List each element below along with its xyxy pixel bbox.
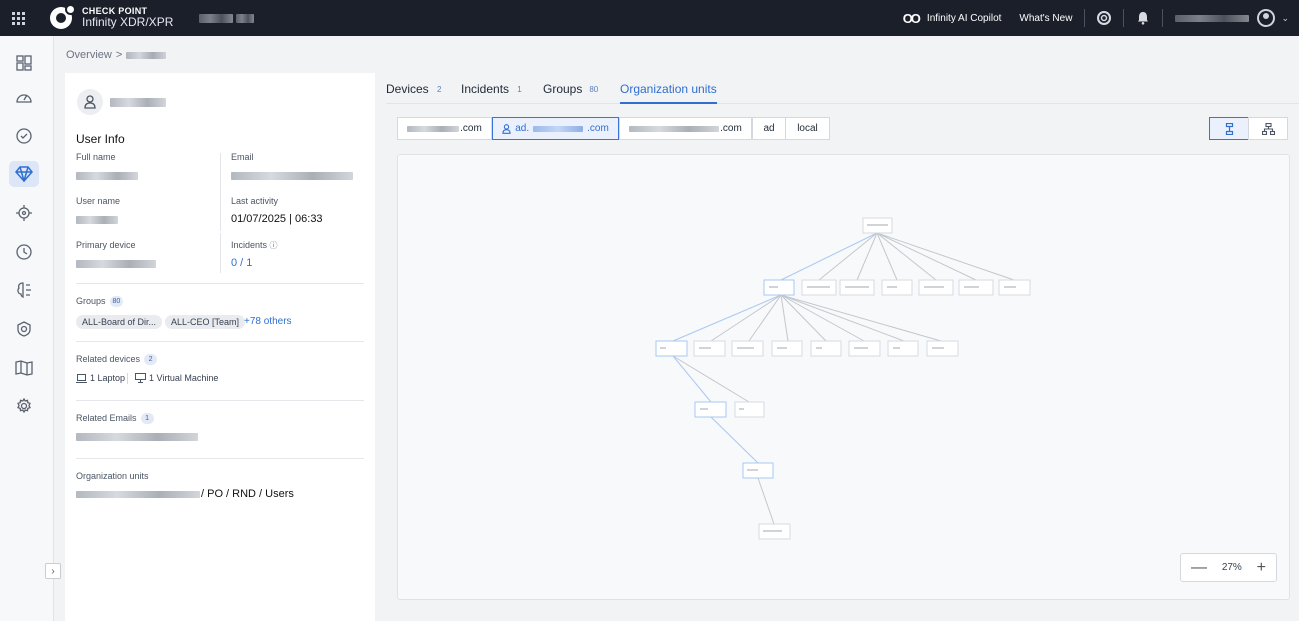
- related-emails-label: Related Emails 1: [76, 413, 154, 425]
- clock-icon[interactable]: [9, 239, 39, 265]
- tab-incidents[interactable]: Incidents 1: [461, 82, 526, 104]
- chevron-down-icon[interactable]: ⌄: [1281, 13, 1289, 24]
- dashboard-icon[interactable]: [9, 50, 39, 76]
- incidents-label: Incidents ⓘ: [231, 240, 278, 250]
- org-units-tree-canvas[interactable]: [397, 154, 1290, 600]
- expand-sidebar-button[interactable]: ›: [45, 563, 61, 579]
- group-chip[interactable]: ALL-Board of Dir...: [76, 315, 163, 329]
- groups-label: Groups 80: [76, 296, 124, 308]
- domain-option-selected[interactable]: ad. .com: [492, 117, 619, 140]
- apps-menu-button[interactable]: [0, 0, 36, 36]
- checkpoint-logo-icon: [50, 4, 76, 29]
- copilot-button[interactable]: OO Infinity AI Copilot: [903, 11, 1002, 26]
- info-icon: ⓘ: [269, 241, 278, 250]
- related-devices-label: Related devices 2: [76, 354, 158, 366]
- user-icon: [77, 89, 103, 115]
- related-devices-count-badge: 2: [144, 354, 158, 366]
- zoom-out-button[interactable]: —: [1191, 559, 1207, 576]
- virtual-machine-device-link[interactable]: 1 Virtual Machine: [135, 373, 218, 383]
- copilot-label: Infinity AI Copilot: [926, 12, 1002, 24]
- related-emails-count-badge: 1: [140, 413, 154, 425]
- zoom-level: 27%: [1221, 562, 1242, 573]
- org-units-path: / PO / RND / Users: [201, 488, 294, 500]
- breadcrumb-user-redacted: [126, 51, 167, 59]
- domain-option[interactable]: ad: [752, 117, 786, 140]
- tree-node: [694, 401, 727, 418]
- tree-view-button[interactable]: [1209, 117, 1249, 140]
- email-value-redacted: [231, 172, 353, 180]
- lifebuoy-icon[interactable]: [1097, 11, 1112, 25]
- bell-icon[interactable]: [1136, 11, 1150, 25]
- user-details-panel: User Info Full name Email User name Last…: [65, 73, 375, 621]
- full-name-label: Full name: [76, 152, 116, 162]
- org-units-path-redacted: [76, 491, 200, 498]
- org-units-label: Organization units: [76, 471, 149, 481]
- breadcrumb: Overview >: [66, 49, 167, 61]
- gear-icon[interactable]: [9, 393, 39, 419]
- zoom-in-button[interactable]: +: [1257, 559, 1266, 576]
- last-activity-label: Last activity: [231, 196, 279, 206]
- full-name-value-redacted: [76, 172, 138, 180]
- domain-option[interactable]: local: [785, 117, 830, 140]
- diamond-icon[interactable]: [9, 161, 39, 187]
- group-chip[interactable]: ALL-CEO [Team]: [165, 315, 246, 329]
- zoom-control: — 27% +: [1180, 553, 1277, 582]
- user-icon: [502, 123, 511, 134]
- incidents-value-link[interactable]: 0 / 1: [231, 257, 252, 269]
- user-name-redacted[interactable]: [1175, 14, 1250, 22]
- user-name-value-redacted: [76, 216, 118, 224]
- book-icon[interactable]: [9, 355, 39, 381]
- chevron-right-icon: ›: [51, 565, 55, 577]
- user-circle-icon[interactable]: [1257, 9, 1276, 27]
- domain-option[interactable]: .com: [619, 117, 752, 140]
- groups-count-badge: 80: [109, 296, 124, 308]
- laptop-icon: [76, 373, 87, 383]
- brain-icon[interactable]: [9, 277, 39, 303]
- tab-devices[interactable]: Devices 2: [386, 82, 446, 104]
- top-bar: CHECK POINT Infinity XDR/XPR OO Infinity…: [0, 0, 1299, 36]
- crosshair-icon[interactable]: [9, 200, 39, 226]
- tree-node: [810, 340, 842, 357]
- brand-product: Infinity XDR/XPR: [82, 15, 174, 30]
- tab-groups[interactable]: Groups 80: [543, 82, 601, 104]
- breadcrumb-overview[interactable]: Overview: [66, 49, 112, 61]
- org-tree-graph: [655, 217, 1031, 540]
- last-activity-value: 01/07/2025 | 06:33: [231, 213, 323, 225]
- user-display-name-redacted: [110, 98, 166, 107]
- tab-organization-units[interactable]: Organization units: [620, 82, 717, 104]
- domain-option[interactable]: .com: [397, 117, 492, 140]
- left-nav: [0, 36, 54, 621]
- tree-node: [763, 279, 795, 296]
- apps-grid-icon: [11, 11, 25, 25]
- product-logo[interactable]: CHECK POINT Infinity XDR/XPR: [50, 4, 174, 30]
- tenant-name-redacted: [199, 13, 255, 23]
- primary-device-value-redacted: [76, 260, 156, 268]
- infinity-icon: OO: [902, 10, 921, 26]
- groups-others-link[interactable]: +78 others: [244, 316, 292, 327]
- org-chart-icon: [1261, 122, 1275, 135]
- tree-view-icon: [1225, 122, 1233, 135]
- tree-edges: [672, 232, 1015, 525]
- gauge-icon[interactable]: [9, 84, 39, 110]
- breadcrumb-separator: >: [115, 49, 123, 61]
- primary-device-label: Primary device: [76, 240, 136, 250]
- related-email-redacted[interactable]: [76, 433, 198, 441]
- check-circle-icon[interactable]: [9, 123, 39, 149]
- user-name-label: User name: [76, 196, 121, 206]
- laptop-device-link[interactable]: 1 Laptop: [76, 373, 125, 383]
- detail-tabs: Devices 2 Incidents 1 Groups 80 Organizatio…: [386, 82, 1299, 104]
- monitor-icon: [135, 373, 146, 383]
- tree-node-labels-redacted: [660, 224, 1016, 532]
- shield-icon[interactable]: [9, 316, 39, 342]
- user-info-title: User Info: [76, 132, 125, 146]
- org-chart-view-button[interactable]: [1248, 117, 1288, 140]
- email-label: Email: [231, 152, 254, 162]
- whats-new-link[interactable]: What's New: [1019, 13, 1072, 24]
- tree-node: [887, 340, 919, 357]
